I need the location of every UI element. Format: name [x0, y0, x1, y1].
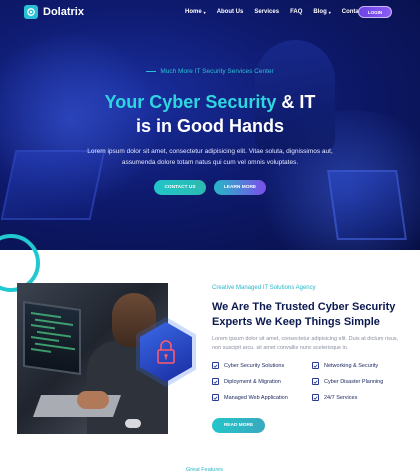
headline-line-2: is in Good Hands: [135, 116, 284, 136]
logo-icon: [24, 5, 38, 19]
nav-item-label: Services: [254, 9, 280, 15]
feature-label: Diployment & Migration: [224, 378, 281, 385]
nav-item-blog[interactable]: Blog ▾: [313, 9, 330, 15]
site-logo[interactable]: Dolatrix: [24, 5, 84, 19]
feature-label: Cyber Disaster Planning: [324, 378, 384, 385]
chevron-down-icon: ▾: [203, 9, 206, 15]
nav-item-faq[interactable]: FAQ: [290, 9, 302, 15]
hero-tagline: Much More IT Security Services Center: [0, 68, 420, 75]
nav-item-about[interactable]: About Us: [217, 9, 244, 15]
code-line: [31, 312, 61, 318]
list-item: Managed Web Application: [212, 394, 308, 401]
checkbox-icon: [312, 362, 319, 369]
code-line: [31, 348, 51, 353]
headline-accent: Your Cyber Security: [104, 92, 277, 112]
photo-mouse: [125, 419, 141, 428]
list-item: Cyber Security Solutions: [212, 362, 308, 369]
login-button[interactable]: LOGIN: [358, 6, 392, 18]
code-line: [31, 336, 59, 342]
main-menu: Home ▾ About Us Services FAQ Blog ▾ Cont…: [185, 9, 364, 15]
checkbox-icon: [212, 394, 219, 401]
about-kicker: Creative Managed IT Solutions Agency: [212, 285, 316, 291]
tagline-dash: [146, 71, 157, 72]
code-line: [37, 330, 71, 338]
hero-description: Lorem ipsum dolor sit amet, consectetur …: [87, 148, 333, 166]
hero-buttons: CONTACT US LEARN MORE: [0, 180, 420, 195]
list-item: 24/7 Services: [312, 394, 412, 401]
learn-more-button[interactable]: LEARN MORE: [214, 180, 266, 195]
read-more-button[interactable]: READ MORE: [212, 418, 265, 433]
list-item: Cyber Disaster Planning: [312, 378, 412, 385]
contact-us-button[interactable]: CONTACT US: [154, 180, 206, 195]
photo-laptop-screen: [23, 300, 81, 376]
checkbox-icon: [212, 362, 219, 369]
hero-section: Dolatrix Home ▾ About Us Services FAQ Bl…: [0, 0, 420, 250]
nav-item-label: Blog: [313, 9, 327, 15]
brand-name: Dolatrix: [43, 6, 84, 18]
checkbox-icon: [212, 378, 219, 385]
headline-rest: & IT: [281, 92, 316, 112]
about-title: We Are The Trusted Cyber Security Expert…: [212, 301, 396, 328]
code-line: [31, 324, 55, 329]
feature-label: Cyber Security Solutions: [224, 362, 285, 369]
feature-list: Cyber Security Solutions Networking & Se…: [212, 362, 412, 401]
about-text: Lorem ipsum dolor sit amet, consectetur …: [212, 336, 399, 351]
padlock-icon: [157, 340, 175, 364]
nav-item-services[interactable]: Services: [254, 9, 279, 15]
nav-item-home[interactable]: Home ▾: [185, 9, 206, 15]
nav-item-label: About Us: [216, 9, 244, 15]
feature-label: 24/7 Services: [324, 394, 358, 401]
chevron-down-icon: ▾: [328, 9, 331, 15]
feature-label: Managed Web Application: [224, 394, 288, 401]
list-item: Diployment & Migration: [212, 378, 308, 385]
nav-item-label: Home: [185, 9, 202, 15]
hero-headline: Your Cyber Security & IT is in Good Hand…: [0, 90, 420, 138]
checkbox-icon: [312, 378, 319, 385]
feature-label: Networking & Security: [324, 362, 379, 369]
tagline-text: Much More IT Security Services Center: [160, 68, 274, 75]
list-item: Networking & Security: [312, 362, 412, 369]
photo-hand: [77, 391, 109, 409]
features-section-kicker: Great Features: [186, 467, 223, 473]
checkbox-icon: [312, 394, 319, 401]
top-navbar: Dolatrix Home ▾ About Us Services FAQ Bl…: [0, 0, 420, 26]
nav-item-label: FAQ: [290, 9, 303, 15]
